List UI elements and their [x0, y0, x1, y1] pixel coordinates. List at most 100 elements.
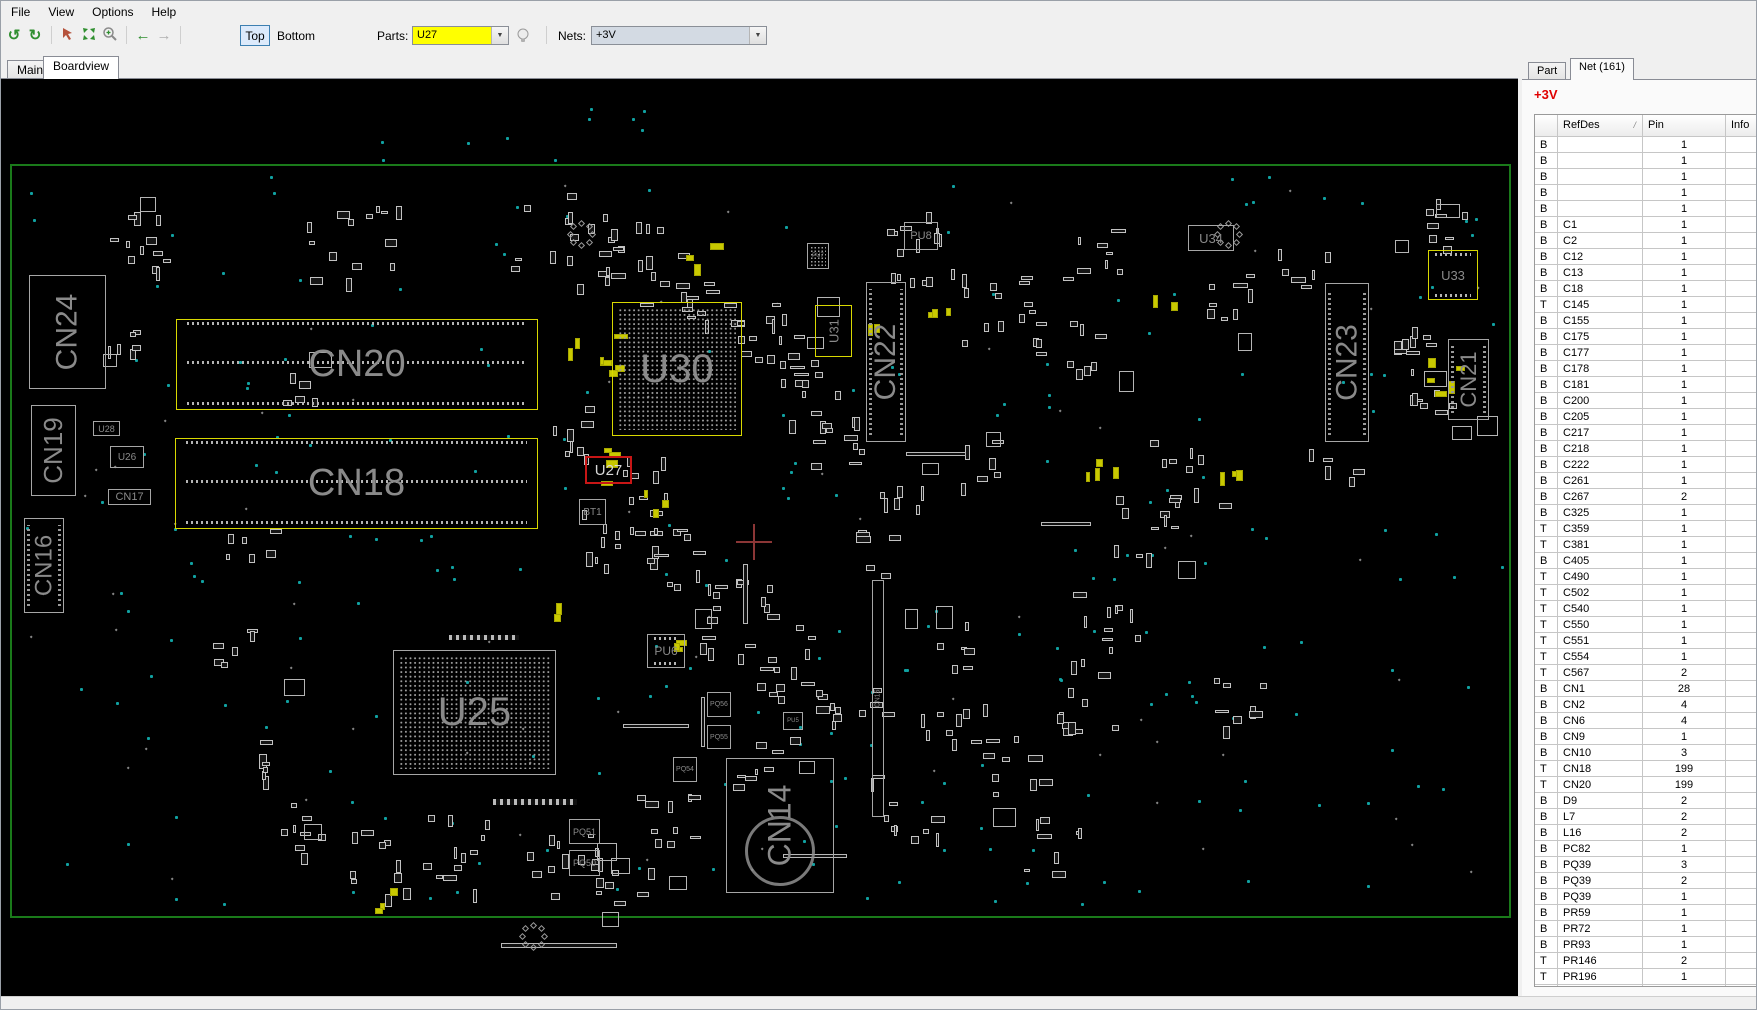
part-pu6[interactable]: PU6: [647, 634, 685, 668]
table-row[interactable]: T C551 1: [1535, 633, 1756, 649]
tab-net[interactable]: Net (161): [1570, 58, 1634, 80]
table-row[interactable]: B1: [1535, 201, 1756, 217]
part-cn17[interactable]: CN17: [108, 489, 151, 505]
column-header-RefDes[interactable]: RefDes /: [1558, 115, 1643, 136]
table-row[interactable]: T C381 1: [1535, 537, 1756, 553]
table-row[interactable]: T CN20 199: [1535, 777, 1756, 793]
table-row[interactable]: B C178 1: [1535, 361, 1756, 377]
table-row[interactable]: B C1 1: [1535, 217, 1756, 233]
table-row[interactable]: B C175 1: [1535, 329, 1756, 345]
parts-combobox-arrow-icon[interactable]: ▼: [491, 27, 508, 44]
table-row[interactable]: T C359 1: [1535, 521, 1756, 537]
parts-combobox[interactable]: U27 ▼: [412, 26, 509, 45]
table-row[interactable]: B PR93 1: [1535, 937, 1756, 953]
part-cn18[interactable]: CN18: [175, 438, 538, 529]
table-row[interactable]: B C217 1: [1535, 425, 1756, 441]
part-pq51[interactable]: PQ51: [569, 819, 600, 844]
table-row[interactable]: B PC82 1: [1535, 841, 1756, 857]
column-header-selector[interactable]: [1535, 115, 1558, 136]
table-row[interactable]: T C550 1: [1535, 617, 1756, 633]
table-row[interactable]: B PQ39 3: [1535, 857, 1756, 873]
part-cn19[interactable]: CN19: [31, 405, 76, 496]
column-header-Info[interactable]: Info: [1726, 115, 1756, 136]
tab-boardview[interactable]: Boardview: [43, 56, 120, 79]
table-row[interactable]: B L7 2: [1535, 809, 1756, 825]
table-row[interactable]: B C205 1: [1535, 409, 1756, 425]
table-row[interactable]: B L16 2: [1535, 825, 1756, 841]
board-canvas[interactable]: CN24 CN19 CN16 U28 U26 CN17 CN20 CN18 U30 U27 BT1 U…: [1, 78, 1518, 996]
table-row[interactable]: T C540 1: [1535, 601, 1756, 617]
table-row[interactable]: B PQ39 2: [1535, 873, 1756, 889]
table-row[interactable]: B CN1 28: [1535, 681, 1756, 697]
table-row[interactable]: B CN9 1: [1535, 729, 1756, 745]
part-u34[interactable]: U34: [1188, 225, 1234, 251]
table-row[interactable]: T PR196 1: [1535, 969, 1756, 985]
part-pq50[interactable]: PQ50: [569, 850, 600, 876]
part-u28[interactable]: U28: [93, 421, 120, 436]
table-row[interactable]: B C177 1: [1535, 345, 1756, 361]
table-row[interactable]: B C181 1: [1535, 377, 1756, 393]
part-bt1[interactable]: BT1: [579, 499, 606, 525]
tab-part[interactable]: Part: [1528, 62, 1567, 80]
table-row[interactable]: B C218 1: [1535, 441, 1756, 457]
column-header-Pin[interactable]: Pin: [1643, 115, 1726, 136]
rotate-ccw-icon[interactable]: ↺: [5, 26, 23, 44]
table-row[interactable]: B C200 1: [1535, 393, 1756, 409]
table-row[interactable]: B1: [1535, 137, 1756, 153]
table-row[interactable]: B C261 1: [1535, 473, 1756, 489]
part-cn15[interactable]: CN15: [872, 580, 884, 817]
table-row[interactable]: TPR1981: [1535, 985, 1756, 986]
table-row[interactable]: B D9 2: [1535, 793, 1756, 809]
part-cn14[interactable]: CN14: [726, 758, 834, 893]
table-row[interactable]: B C325 1: [1535, 505, 1756, 521]
part-u26[interactable]: U26: [110, 446, 144, 468]
table-row[interactable]: B C2 1: [1535, 233, 1756, 249]
table-row[interactable]: T C554 1: [1535, 649, 1756, 665]
forward-icon[interactable]: →: [155, 26, 173, 44]
part-pq55[interactable]: PQ55: [707, 725, 731, 749]
fit-view-icon[interactable]: [80, 25, 98, 45]
menu-view[interactable]: View: [40, 3, 82, 21]
table-row[interactable]: B PR59 1: [1535, 905, 1756, 921]
menu-file[interactable]: File: [3, 3, 38, 21]
table-row[interactable]: B CN2 4: [1535, 697, 1756, 713]
part-cn22[interactable]: CN22: [866, 282, 906, 442]
table-row[interactable]: B PR72 1: [1535, 921, 1756, 937]
back-icon[interactable]: ←: [134, 26, 152, 44]
part-u33[interactable]: U33: [1428, 250, 1478, 300]
table-row[interactable]: B C222 1: [1535, 457, 1756, 473]
table-row[interactable]: B1: [1535, 185, 1756, 201]
table-row[interactable]: T C567 2: [1535, 665, 1756, 681]
zoom-select-icon[interactable]: [101, 25, 119, 45]
table-row[interactable]: T C490 1: [1535, 569, 1756, 585]
menu-help[interactable]: Help: [144, 3, 185, 21]
menu-options[interactable]: Options: [84, 3, 141, 21]
table-row[interactable]: T C502 1: [1535, 585, 1756, 601]
nets-combobox[interactable]: +3V ▼: [591, 26, 767, 45]
table-row[interactable]: B1: [1535, 153, 1756, 169]
table-row[interactable]: B C267 2: [1535, 489, 1756, 505]
table-row[interactable]: B CN10 3: [1535, 745, 1756, 761]
nets-combobox-arrow-icon[interactable]: ▼: [749, 27, 766, 44]
top-button[interactable]: Top: [240, 25, 270, 46]
table-row[interactable]: B C155 1: [1535, 313, 1756, 329]
table-row[interactable]: T CN18 199: [1535, 761, 1756, 777]
table-row[interactable]: B C12 1: [1535, 249, 1756, 265]
part-pq56[interactable]: PQ56: [707, 692, 731, 717]
part-cn16[interactable]: CN16: [24, 518, 64, 613]
part-u31[interactable]: U31: [815, 305, 852, 357]
part-pq54[interactable]: PQ54: [673, 757, 697, 782]
bulb-icon[interactable]: [515, 27, 531, 44]
table-row[interactable]: B C18 1: [1535, 281, 1756, 297]
table-row[interactable]: B CN6 4: [1535, 713, 1756, 729]
table-row[interactable]: B C405 1: [1535, 553, 1756, 569]
part-cn24[interactable]: CN24: [29, 275, 106, 389]
part-cn21[interactable]: CN21: [1448, 339, 1489, 420]
table-row[interactable]: B1: [1535, 169, 1756, 185]
part-pu5[interactable]: PU5: [783, 712, 803, 730]
part-u27[interactable]: U27: [585, 456, 632, 484]
table-row[interactable]: T PR146 2: [1535, 953, 1756, 969]
rotate-cw-icon[interactable]: ↻: [26, 26, 44, 44]
part-u30[interactable]: U30: [612, 302, 742, 436]
table-row[interactable]: B PQ39 1: [1535, 889, 1756, 905]
